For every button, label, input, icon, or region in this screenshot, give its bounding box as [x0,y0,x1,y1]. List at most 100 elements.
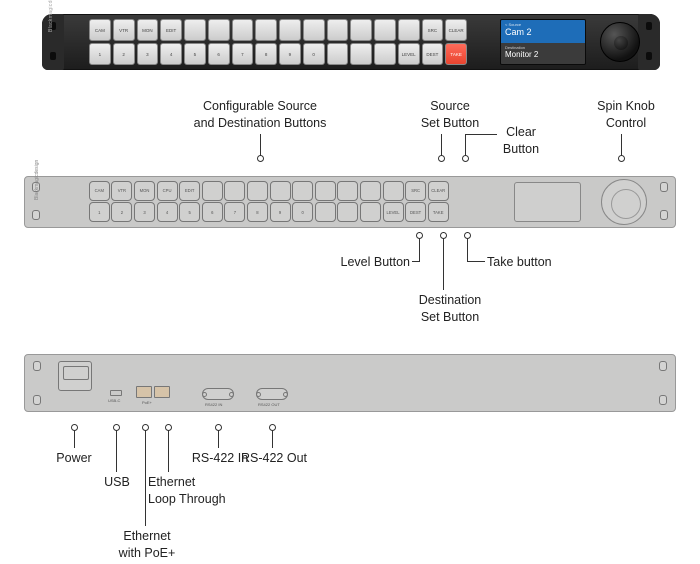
panel-button: CAM [89,181,110,201]
panel-button [224,181,245,201]
panel-button [279,19,301,41]
panel-button: 0 [292,202,313,222]
panel-button [374,19,396,41]
panel-button: MON [137,19,159,41]
lcd-source-value: Cam 2 [505,27,581,37]
spin-knob-outline [601,179,647,225]
panel-button: SRC [422,19,444,41]
panel-button [270,181,291,201]
panel-button [327,19,349,41]
callout-level: Level Button [315,254,410,271]
callout-usb: USB [100,474,134,491]
panel-button [208,19,230,41]
panel-button: EDIT [160,19,182,41]
rack-ear-right [638,14,660,70]
usb-port-label: USB-C [108,398,120,403]
panel-button [202,181,223,201]
panel-button [383,181,404,201]
light-button-grid: CAMVTRMONCPUEDIT SRCCLEAR 1234567890 LEVEL… [88,180,450,223]
panel-button: 8 [255,43,277,65]
panel-button: CPU [157,181,178,201]
panel-button: 9 [270,202,291,222]
panel-button [255,19,277,41]
back-panel-outline [24,354,676,412]
lcd-screen: < Source Cam 2 Destination Monitor 2 [500,19,586,65]
panel-button [374,43,396,65]
panel-button: 2 [111,202,132,222]
panel-button [292,181,313,201]
panel-button [350,19,372,41]
lcd-dest-hint: Destination [505,45,581,50]
panel-button: 0 [303,43,325,65]
panel-button: 5 [179,202,200,222]
lcd-source-hint: < Source [505,22,581,27]
panel-button: CLEAR [445,19,467,41]
panel-button: SRC [405,181,426,201]
callout-take: Take button [487,254,577,271]
callout-dest-set: Destination Set Button [405,292,495,326]
panel-button: 8 [247,202,268,222]
panel-button: EDIT [179,181,200,201]
callout-power: Power [52,450,96,467]
panel-button: 6 [202,202,223,222]
brand-logo-outline: Blackmagicdesign [34,160,40,200]
panel-button: 1 [89,202,110,222]
ethernet-port-2-icon [154,386,170,398]
panel-button: CLEAR [428,181,449,201]
panel-button: 3 [137,43,159,65]
panel-button: MON [134,181,155,201]
panel-button [247,181,268,201]
panel-button: 5 [184,43,206,65]
panel-button [315,181,336,201]
panel-button [303,19,325,41]
panel-button: 4 [157,202,178,222]
panel-button: 3 [134,202,155,222]
rs422-out-port-icon [256,388,288,400]
dark-button-grid: CAMVTRMONEDIT SRCCLEAR 1234567890 LEVELDES… [88,18,468,66]
panel-button: 1 [89,43,111,65]
panel-button: 9 [279,43,301,65]
usb-port-icon [110,390,122,396]
rack-ear-outline-right [652,176,676,228]
panel-button: 4 [160,43,182,65]
rs422-in-port-icon [202,388,234,400]
rs422-out-port-label: RS422 OUT [258,402,280,407]
panel-button [337,181,358,201]
callout-configurable: Configurable Source and Destination Butt… [160,98,360,132]
ethernet-port-label: PoE+ [142,400,152,405]
panel-button: VTR [113,19,135,41]
callout-source-set: Source Set Button [410,98,490,132]
panel-button [350,43,372,65]
panel-button [327,43,349,65]
panel-button [360,202,381,222]
lcd-outline [514,182,581,222]
callout-clear: Clear Button [491,124,551,158]
panel-button [398,19,420,41]
callout-rs422-out: RS-422 Out [238,450,310,467]
rs422-in-port-label: RS422 IN [205,402,222,407]
panel-button: LEVEL [383,202,404,222]
panel-button [360,181,381,201]
panel-button: 7 [224,202,245,222]
callout-ethernet-loop: Ethernet Loop Through [148,474,248,508]
panel-button: CAM [89,19,111,41]
panel-button: DEST [422,43,444,65]
power-port-icon [58,361,92,391]
panel-button: LEVEL [398,43,420,65]
ethernet-port-1-icon [136,386,152,398]
panel-button: 6 [208,43,230,65]
callout-ethernet-poe: Ethernet with PoE+ [112,528,182,562]
panel-button [315,202,336,222]
panel-button [232,19,254,41]
brand-logo: Blackmagicdesign [48,0,54,32]
spin-knob-photo [600,22,640,62]
lcd-dest-value: Monitor 2 [505,50,581,59]
panel-button: TAKE [428,202,449,222]
panel-button: DEST [405,202,426,222]
panel-button: 2 [113,43,135,65]
panel-button [184,19,206,41]
panel-button: VTR [111,181,132,201]
callout-spin-knob: Spin Knob Control [586,98,666,132]
panel-button: 7 [232,43,254,65]
panel-button [337,202,358,222]
